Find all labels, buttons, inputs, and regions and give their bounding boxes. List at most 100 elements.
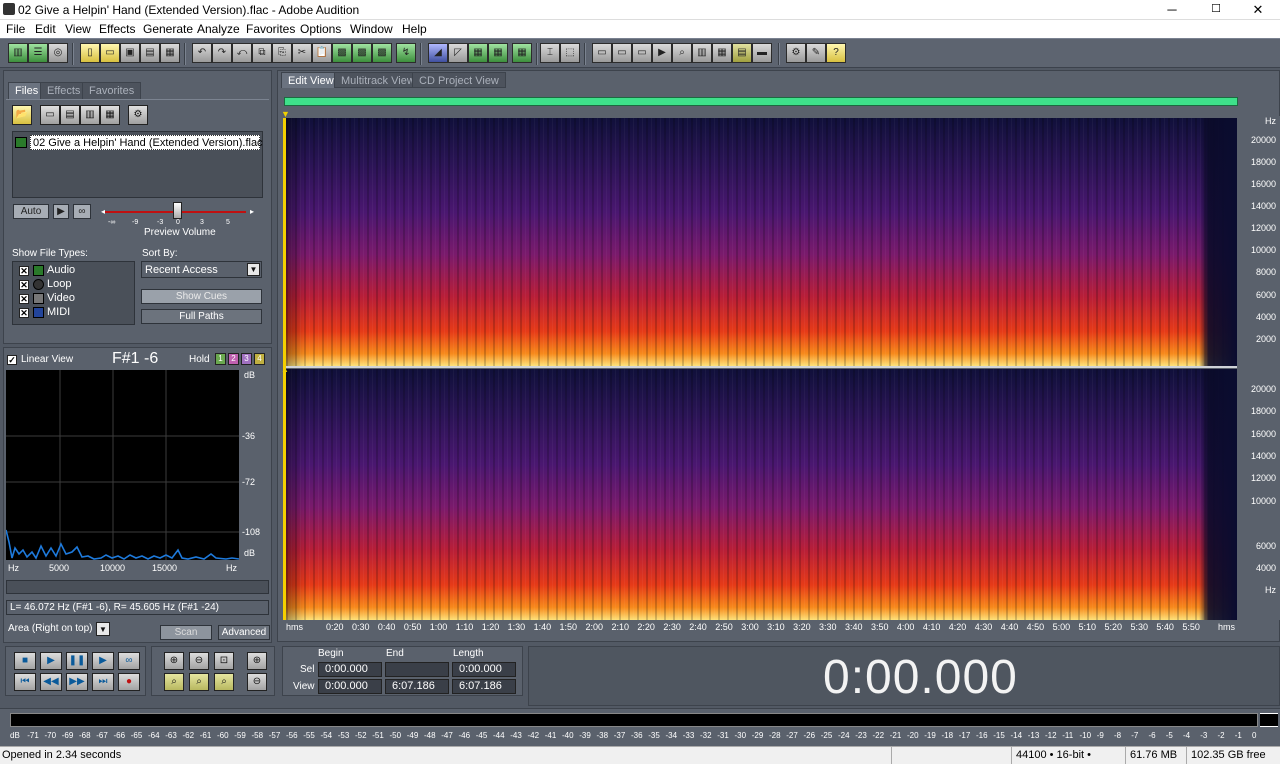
tab-favorites[interactable]: Favorites xyxy=(82,82,142,99)
minimize-button[interactable]: ─ xyxy=(1152,0,1192,20)
close-file-icon[interactable]: ▦ xyxy=(160,43,180,63)
fast-forward-icon[interactable]: ▶▶ xyxy=(66,673,88,691)
open-file-icon[interactable]: ▭ xyxy=(100,43,120,63)
tab-effects[interactable]: Effects xyxy=(40,82,88,99)
spectrogram-left-channel[interactable] xyxy=(286,118,1237,366)
zoom-out-horizontal-icon[interactable]: ⊖ xyxy=(189,652,209,670)
play-preview-icon[interactable]: ▶ xyxy=(53,204,69,219)
loop-checkbox[interactable]: ✕ xyxy=(19,280,29,290)
repeat-icon[interactable]: ⤺ xyxy=(232,43,252,63)
auto-play-button[interactable]: Auto xyxy=(13,204,49,219)
window-levels-icon[interactable]: ▤ xyxy=(732,43,752,63)
view-length-field[interactable]: 6:07.186 xyxy=(452,679,516,694)
window-time-icon[interactable]: ▥ xyxy=(692,43,712,63)
tab-cd-project-view[interactable]: CD Project View xyxy=(412,72,506,88)
window-files-icon[interactable]: ▭ xyxy=(612,43,632,63)
zoom-in-horizontal-icon[interactable]: ⊕ xyxy=(164,652,184,670)
video-checkbox[interactable]: ✕ xyxy=(19,294,29,304)
cd-icon[interactable]: ◎ xyxy=(48,43,68,63)
hold-2-button[interactable]: 2 xyxy=(228,353,239,365)
paste-new-icon[interactable]: ▩ xyxy=(332,43,352,63)
menu-effects[interactable]: Effects xyxy=(99,22,135,36)
waveform-view-icon[interactable]: ◢ xyxy=(428,43,448,63)
spectral-phase-icon[interactable]: ▦ xyxy=(488,43,508,63)
zoom-selection-icon[interactable]: ⌕ xyxy=(214,673,234,691)
hold-3-button[interactable]: 3 xyxy=(241,353,252,365)
spectral-pan-icon[interactable]: ▦ xyxy=(468,43,488,63)
scan-button[interactable]: Scan xyxy=(160,625,212,640)
view-begin-field[interactable]: 0:00.000 xyxy=(318,679,382,694)
script-icon[interactable]: ✎ xyxy=(806,43,826,63)
analysis-scroll[interactable] xyxy=(6,580,269,594)
overview-bar[interactable] xyxy=(284,97,1238,106)
selection-end-field[interactable] xyxy=(385,662,449,677)
hold-4-button[interactable]: 4 xyxy=(254,353,265,365)
new-file-icon[interactable]: ▯ xyxy=(80,43,100,63)
time-selection-icon[interactable]: ⌶ xyxy=(540,43,560,63)
midi-checkbox[interactable]: ✕ xyxy=(19,308,29,318)
paste-icon[interactable]: 📋 xyxy=(312,43,332,63)
window-effects-icon[interactable]: ▭ xyxy=(632,43,652,63)
edit-view-icon[interactable]: ▥ xyxy=(8,43,28,63)
view-end-field[interactable]: 6:07.186 xyxy=(385,679,449,694)
open-icon[interactable]: 📂 xyxy=(12,105,32,125)
spectral-grid-icon[interactable]: ▦ xyxy=(512,43,532,63)
chevron-down-icon[interactable]: ▼ xyxy=(247,263,260,276)
selection-length-field[interactable]: 0:00.000 xyxy=(452,662,516,677)
selection-begin-field[interactable]: 0:00.000 xyxy=(318,662,382,677)
snap-icon[interactable]: ↯ xyxy=(396,43,416,63)
save-as-icon[interactable]: ▤ xyxy=(140,43,160,63)
audio-checkbox[interactable]: ✕ xyxy=(19,266,29,276)
go-to-end-icon[interactable]: ⏭ xyxy=(92,673,114,691)
play-to-end-icon[interactable]: ▶ xyxy=(92,652,114,670)
tab-multitrack-view[interactable]: Multitrack View xyxy=(334,72,422,88)
help-icon[interactable]: ? xyxy=(826,43,846,63)
trim-icon[interactable]: ▩ xyxy=(372,43,392,63)
window-transport-icon[interactable]: ▶ xyxy=(652,43,672,63)
save-icon[interactable]: ▣ xyxy=(120,43,140,63)
file-list-item[interactable]: 02 Give a Helpin' Hand (Extended Version… xyxy=(15,135,263,150)
hold-1-button[interactable]: 1 xyxy=(215,353,226,365)
window-zoom-icon[interactable]: ⌕ xyxy=(672,43,692,63)
zoom-full-icon[interactable]: ⊡ xyxy=(214,652,234,670)
zoom-in-vertical-icon[interactable]: ⊕ xyxy=(247,652,267,670)
window-layout-icon[interactable]: ▭ xyxy=(592,43,612,63)
spectrogram-right-channel[interactable] xyxy=(286,369,1237,620)
redo-icon[interactable]: ↷ xyxy=(212,43,232,63)
file-info-icon[interactable]: ⚙ xyxy=(128,105,148,125)
maximize-button[interactable]: ☐ xyxy=(1196,0,1236,20)
menu-file[interactable]: File xyxy=(6,22,25,36)
window-selection-icon[interactable]: ▦ xyxy=(712,43,732,63)
copy-new-icon[interactable]: ⧉ xyxy=(252,43,272,63)
spectral-view-icon[interactable]: ◸ xyxy=(448,43,468,63)
import-icon[interactable]: ▭ xyxy=(40,105,60,125)
rewind-icon[interactable]: ◀◀ xyxy=(40,673,62,691)
chevron-down-icon[interactable]: ▼ xyxy=(96,622,110,636)
menu-generate[interactable]: Generate xyxy=(143,22,193,36)
advanced-button[interactable]: Advanced xyxy=(218,625,270,640)
mix-paste-icon[interactable]: ▩ xyxy=(352,43,372,63)
zoom-right-icon[interactable]: ⌕ xyxy=(189,673,209,691)
stop-icon[interactable]: ■ xyxy=(14,652,36,670)
marquee-selection-icon[interactable]: ⬚ xyxy=(560,43,580,63)
close-file-icon[interactable]: ▤ xyxy=(60,105,80,125)
menu-window[interactable]: Window xyxy=(350,22,393,36)
clip-indicator[interactable] xyxy=(1260,713,1278,727)
linear-view-checkbox[interactable]: ✓ xyxy=(7,355,17,365)
menu-edit[interactable]: Edit xyxy=(35,22,56,36)
close-button[interactable]: ✕ xyxy=(1238,0,1278,20)
loop-icon[interactable]: ∞ xyxy=(118,652,140,670)
menu-options[interactable]: Options xyxy=(300,22,341,36)
loop-preview-icon[interactable]: ∞ xyxy=(73,204,91,219)
undo-icon[interactable]: ↶ xyxy=(192,43,212,63)
area-select[interactable]: Area (Right on top) ▼ xyxy=(6,621,110,638)
zoom-out-vertical-icon[interactable]: ⊖ xyxy=(247,673,267,691)
cut-icon[interactable]: ✂ xyxy=(292,43,312,63)
menu-favorites[interactable]: Favorites xyxy=(246,22,295,36)
go-to-beginning-icon[interactable]: ⏮ xyxy=(14,673,36,691)
play-icon[interactable]: ▶ xyxy=(40,652,62,670)
preview-volume-thumb[interactable] xyxy=(173,202,182,219)
window-status-icon[interactable]: ▬ xyxy=(752,43,772,63)
menu-help[interactable]: Help xyxy=(402,22,427,36)
copy-icon[interactable]: ⎘ xyxy=(272,43,292,63)
